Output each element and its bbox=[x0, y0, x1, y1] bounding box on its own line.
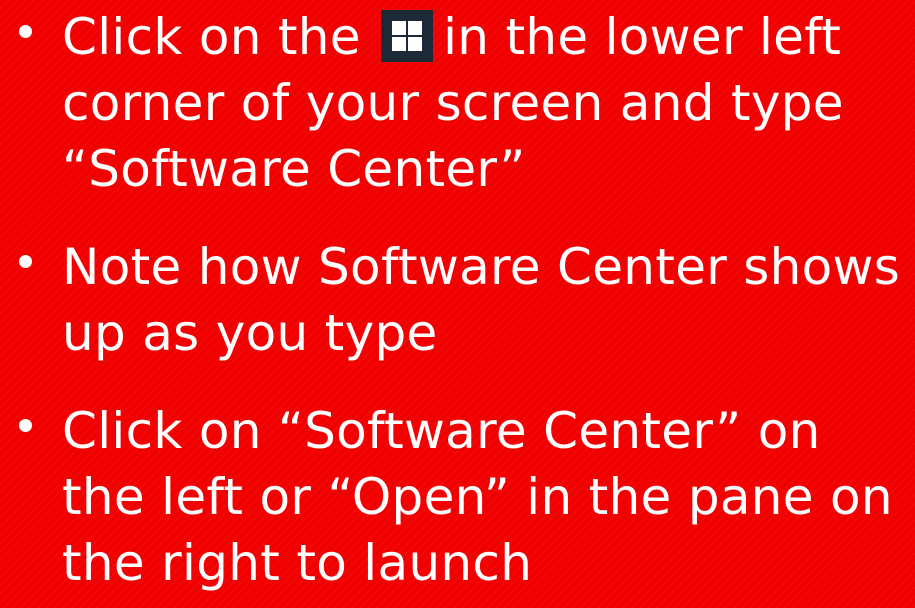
windows-logo-icon bbox=[381, 10, 434, 62]
bullet-dot bbox=[19, 255, 32, 268]
bullet-1-text-before-icon: Click on the bbox=[62, 8, 361, 66]
bullet-3-line-3: the right to launch bbox=[62, 534, 533, 592]
bullet-item-3: Click on “Software Center” on the left o… bbox=[0, 398, 915, 596]
bullet-item-2: Note how Software Center shows up as you… bbox=[0, 234, 915, 366]
bullet-dot bbox=[19, 419, 32, 432]
bullet-list: Click on the in the lower left corner of… bbox=[0, 4, 915, 596]
bullet-1-line-1: Click on the in the lower left bbox=[62, 4, 909, 70]
bullet-3-line-2: the left or “Open” in the pane on bbox=[62, 468, 893, 526]
bullet-1-line-3: “Software Center” bbox=[62, 140, 526, 198]
bullet-2-line-1: Note how Software Center shows bbox=[62, 238, 901, 296]
bullet-2-line-2: up as you type bbox=[62, 304, 438, 362]
bullet-3-line-1: Click on “Software Center” on bbox=[62, 402, 821, 460]
bullet-item-1: Click on the in the lower left corner of… bbox=[0, 4, 915, 202]
bullet-1-text-after-icon: in the lower left bbox=[443, 8, 842, 66]
bullet-dot bbox=[19, 25, 32, 38]
slide: Click on the in the lower left corner of… bbox=[0, 0, 915, 608]
bullet-1-line-2: corner of your screen and type bbox=[62, 74, 844, 132]
